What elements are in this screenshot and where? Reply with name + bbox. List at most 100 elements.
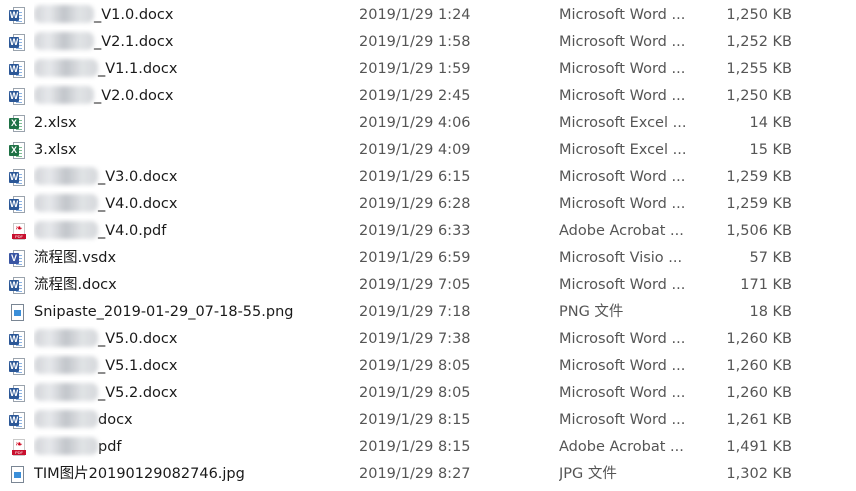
file-row[interactable]: X 2.xlsx 2019/1/29 4:06 Microsoft Excel … — [0, 110, 856, 137]
file-row[interactable]: X 3.xlsx 2019/1/29 4:09 Microsoft Excel … — [0, 137, 856, 164]
file-date: 2019/1/29 6:28 — [359, 196, 471, 212]
image-icon — [9, 304, 26, 322]
file-date: 2019/1/29 8:05 — [359, 358, 471, 374]
excel-icon: X — [9, 115, 26, 133]
file-icon-cell — [9, 299, 29, 326]
file-icon-cell: W — [9, 56, 29, 83]
file-name: 流程图.vsdx — [34, 245, 344, 272]
file-row[interactable]: W docx 2019/1/29 8:15 Microsoft Word ...… — [0, 407, 856, 434]
file-icon-cell: W — [9, 380, 29, 407]
file-name: pdf — [34, 434, 344, 461]
file-type: Microsoft Word ... — [559, 34, 686, 50]
file-size: 1,302 KB — [726, 466, 792, 482]
redacted-name — [34, 409, 98, 428]
file-icon-cell: W — [9, 407, 29, 434]
file-date: 2019/1/29 4:09 — [359, 142, 471, 158]
file-name: 2.xlsx — [34, 110, 344, 137]
redacted-name — [34, 355, 98, 374]
visio-icon: V — [9, 250, 26, 268]
file-name: _V5.1.docx — [34, 353, 344, 380]
file-row[interactable]: W _V1.1.docx 2019/1/29 1:59 Microsoft Wo… — [0, 56, 856, 83]
file-date: 2019/1/29 6:15 — [359, 169, 471, 185]
file-size: 1,260 KB — [726, 385, 792, 401]
file-name: _V4.0.pdf — [34, 218, 344, 245]
file-row[interactable]: V 流程图.vsdx 2019/1/29 6:59 Microsoft Visi… — [0, 245, 856, 272]
word-icon: W — [9, 412, 26, 430]
file-type: Microsoft Word ... — [559, 412, 686, 428]
file-name-text: _V1.1.docx — [98, 61, 178, 77]
file-icon-cell: X — [9, 110, 29, 137]
file-type: Microsoft Word ... — [559, 88, 686, 104]
file-icon-cell: W — [9, 272, 29, 299]
file-type: Microsoft Word ... — [559, 169, 686, 185]
file-date: 2019/1/29 6:33 — [359, 223, 471, 239]
file-name-text: 2.xlsx — [34, 115, 77, 131]
file-name: _V1.1.docx — [34, 56, 344, 83]
file-date: 2019/1/29 8:15 — [359, 439, 471, 455]
file-date: 2019/1/29 6:59 — [359, 250, 471, 266]
file-icon-cell — [9, 461, 29, 488]
pdf-icon: ❧ PDF — [9, 439, 26, 457]
file-row[interactable]: W _V3.0.docx 2019/1/29 6:15 Microsoft Wo… — [0, 164, 856, 191]
file-row[interactable]: W _V2.1.docx 2019/1/29 1:58 Microsoft Wo… — [0, 29, 856, 56]
file-name: _V5.0.docx — [34, 326, 344, 353]
file-row[interactable]: Snipaste_2019-01-29_07-18-55.png 2019/1/… — [0, 299, 856, 326]
word-icon: W — [9, 385, 26, 403]
word-icon: W — [9, 169, 26, 187]
file-name-text: _V1.0.docx — [94, 7, 174, 23]
file-name-text: _V5.0.docx — [98, 331, 178, 347]
word-icon: W — [9, 61, 26, 79]
file-name-text: _V4.0.docx — [98, 196, 178, 212]
word-icon: W — [9, 196, 26, 214]
file-icon-cell: W — [9, 29, 29, 56]
file-name: TIM图片20190129082746.jpg — [34, 461, 344, 488]
file-name: 3.xlsx — [34, 137, 344, 164]
excel-icon: X — [9, 142, 26, 160]
file-row[interactable]: W _V1.0.docx 2019/1/29 1:24 Microsoft Wo… — [0, 2, 856, 29]
word-icon: W — [9, 331, 26, 349]
file-type: Adobe Acrobat ... — [559, 439, 684, 455]
redacted-name — [34, 58, 98, 77]
file-type: Microsoft Word ... — [559, 385, 686, 401]
file-type: JPG 文件 — [559, 466, 617, 482]
file-date: 2019/1/29 1:58 — [359, 34, 471, 50]
file-icon-cell: W — [9, 191, 29, 218]
file-name: _V4.0.docx — [34, 191, 344, 218]
file-row[interactable]: W _V5.0.docx 2019/1/29 7:38 Microsoft Wo… — [0, 326, 856, 353]
file-name-text: 流程图.vsdx — [34, 250, 117, 266]
file-size: 1,255 KB — [726, 61, 792, 77]
file-row[interactable]: W _V4.0.docx 2019/1/29 6:28 Microsoft Wo… — [0, 191, 856, 218]
file-row[interactable]: ❧ PDF _V4.0.pdf 2019/1/29 6:33 Adobe Acro… — [0, 218, 856, 245]
file-date: 2019/1/29 7:18 — [359, 304, 471, 320]
file-size: 14 KB — [749, 115, 792, 131]
file-date: 2019/1/29 8:15 — [359, 412, 471, 428]
file-size: 1,250 KB — [726, 88, 792, 104]
redacted-name — [34, 166, 98, 185]
file-name: Snipaste_2019-01-29_07-18-55.png — [34, 299, 344, 326]
file-row[interactable]: W _V5.2.docx 2019/1/29 8:05 Microsoft Wo… — [0, 380, 856, 407]
redacted-name — [34, 193, 98, 212]
file-name: 流程图.docx — [34, 272, 344, 299]
file-icon-cell: W — [9, 164, 29, 191]
file-type: Microsoft Word ... — [559, 7, 686, 23]
file-icon-cell: W — [9, 326, 29, 353]
file-size: 1,506 KB — [726, 223, 792, 239]
image-icon — [9, 466, 26, 484]
file-date: 2019/1/29 8:27 — [359, 466, 471, 482]
file-name: _V2.1.docx — [34, 29, 344, 56]
file-row[interactable]: W _V5.1.docx 2019/1/29 8:05 Microsoft Wo… — [0, 353, 856, 380]
file-name-text: _V5.2.docx — [98, 385, 178, 401]
file-row[interactable]: ❧ PDF pdf 2019/1/29 8:15 Adobe Acrobat ..… — [0, 434, 856, 461]
file-name-text: _V4.0.pdf — [98, 223, 167, 239]
file-row[interactable]: TIM图片20190129082746.jpg 2019/1/29 8:27 J… — [0, 461, 856, 488]
pdf-icon: ❧ PDF — [9, 223, 26, 241]
file-name: docx — [34, 407, 344, 434]
file-name-text: 流程图.docx — [34, 277, 117, 293]
file-row[interactable]: W _V2.0.docx 2019/1/29 2:45 Microsoft Wo… — [0, 83, 856, 110]
redacted-name — [34, 31, 94, 50]
file-row[interactable]: W 流程图.docx 2019/1/29 7:05 Microsoft Word… — [0, 272, 856, 299]
redacted-name — [34, 220, 98, 239]
file-type: Microsoft Word ... — [559, 277, 686, 293]
file-size: 15 KB — [749, 142, 792, 158]
file-icon-cell: W — [9, 353, 29, 380]
